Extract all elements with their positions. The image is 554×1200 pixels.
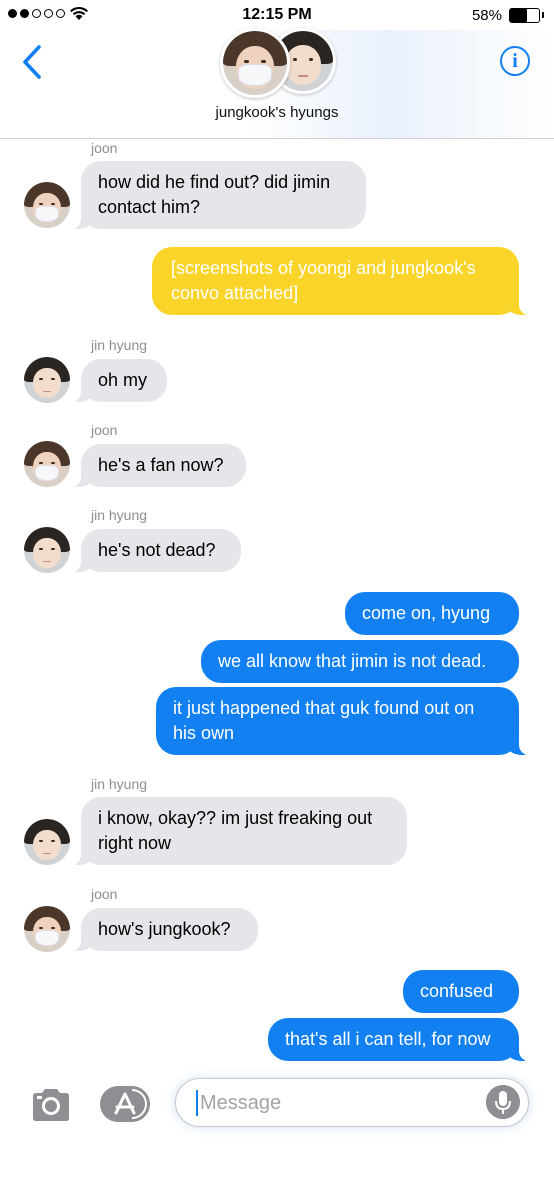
- sender-name: jin hyung: [91, 337, 148, 353]
- message-text: confused: [420, 981, 494, 1001]
- outgoing-message-bubble[interactable]: it just happened that guk found out on h…: [156, 687, 529, 755]
- camera-icon[interactable]: [30, 1088, 72, 1122]
- incoming-message-bubble[interactable]: oh my: [71, 359, 167, 402]
- sender-name: joon: [91, 886, 118, 902]
- message-text: i know, okay?? im just freaking out righ…: [98, 808, 373, 853]
- message-text: it just happened that guk found out on h…: [173, 698, 475, 743]
- incoming-message-bubble[interactable]: i know, okay?? im just freaking out righ…: [71, 797, 407, 865]
- outgoing-message-bubble[interactable]: come on, hyung: [345, 592, 519, 635]
- back-chevron-icon[interactable]: [20, 44, 44, 80]
- compose-bar: [0, 1068, 554, 1140]
- sender-name: joon: [91, 140, 118, 156]
- status-time: 12:15 PM: [242, 6, 312, 23]
- incoming-message-bubble[interactable]: he's a fan now?: [71, 444, 246, 487]
- message-text: how's jungkook?: [98, 919, 231, 939]
- outgoing-message-bubble[interactable]: we all know that jimin is not dead.: [201, 640, 519, 683]
- message-text: he's not dead?: [98, 540, 216, 560]
- text-cursor: [196, 1090, 198, 1116]
- sender-name: jin hyung: [91, 776, 148, 792]
- joon-avatar[interactable]: [220, 28, 290, 98]
- message-text: [screenshots of yoongi and jungkook's co…: [171, 258, 476, 303]
- battery-percentage: 58%: [471, 7, 502, 24]
- conversation-header: jungkook's hyungs i: [0, 28, 554, 139]
- message-field[interactable]: [175, 1078, 529, 1127]
- outgoing-message-bubble[interactable]: that's all i can tell, for now: [268, 1018, 529, 1061]
- jin-avatar[interactable]: [24, 527, 70, 573]
- message-text: that's all i can tell, for now: [285, 1029, 491, 1049]
- message-text: oh my: [98, 370, 148, 390]
- status-bar: 12:15 PM 58%: [0, 0, 554, 30]
- joon-avatar[interactable]: [24, 441, 70, 487]
- message-text: come on, hyung: [362, 603, 491, 623]
- group-name[interactable]: jungkook's hyungs: [0, 104, 554, 121]
- microphone-icon[interactable]: [486, 1085, 520, 1119]
- jin-avatar[interactable]: [24, 357, 70, 403]
- message-input[interactable]: [200, 1088, 480, 1118]
- attachment-message-bubble[interactable]: [screenshots of yoongi and jungkook's co…: [152, 247, 529, 315]
- message-text: how did he find out? did jimin contact h…: [98, 172, 331, 217]
- outgoing-message-bubble[interactable]: confused: [403, 970, 519, 1013]
- sender-name: jin hyung: [91, 507, 148, 523]
- jin-avatar[interactable]: [24, 819, 70, 865]
- incoming-message-bubble[interactable]: how did he find out? did jimin contact h…: [71, 161, 366, 229]
- message-text: we all know that jimin is not dead.: [218, 651, 487, 671]
- incoming-message-bubble[interactable]: how's jungkook?: [71, 908, 258, 951]
- sender-name: joon: [91, 422, 118, 438]
- info-icon[interactable]: i: [500, 46, 530, 76]
- app-store-icon[interactable]: [100, 1086, 150, 1122]
- battery-level: [510, 9, 527, 22]
- battery-icon: [509, 8, 544, 23]
- joon-avatar[interactable]: [24, 182, 70, 228]
- message-text: he's a fan now?: [98, 455, 224, 475]
- joon-avatar[interactable]: [24, 906, 70, 952]
- incoming-message-bubble[interactable]: he's not dead?: [71, 529, 241, 572]
